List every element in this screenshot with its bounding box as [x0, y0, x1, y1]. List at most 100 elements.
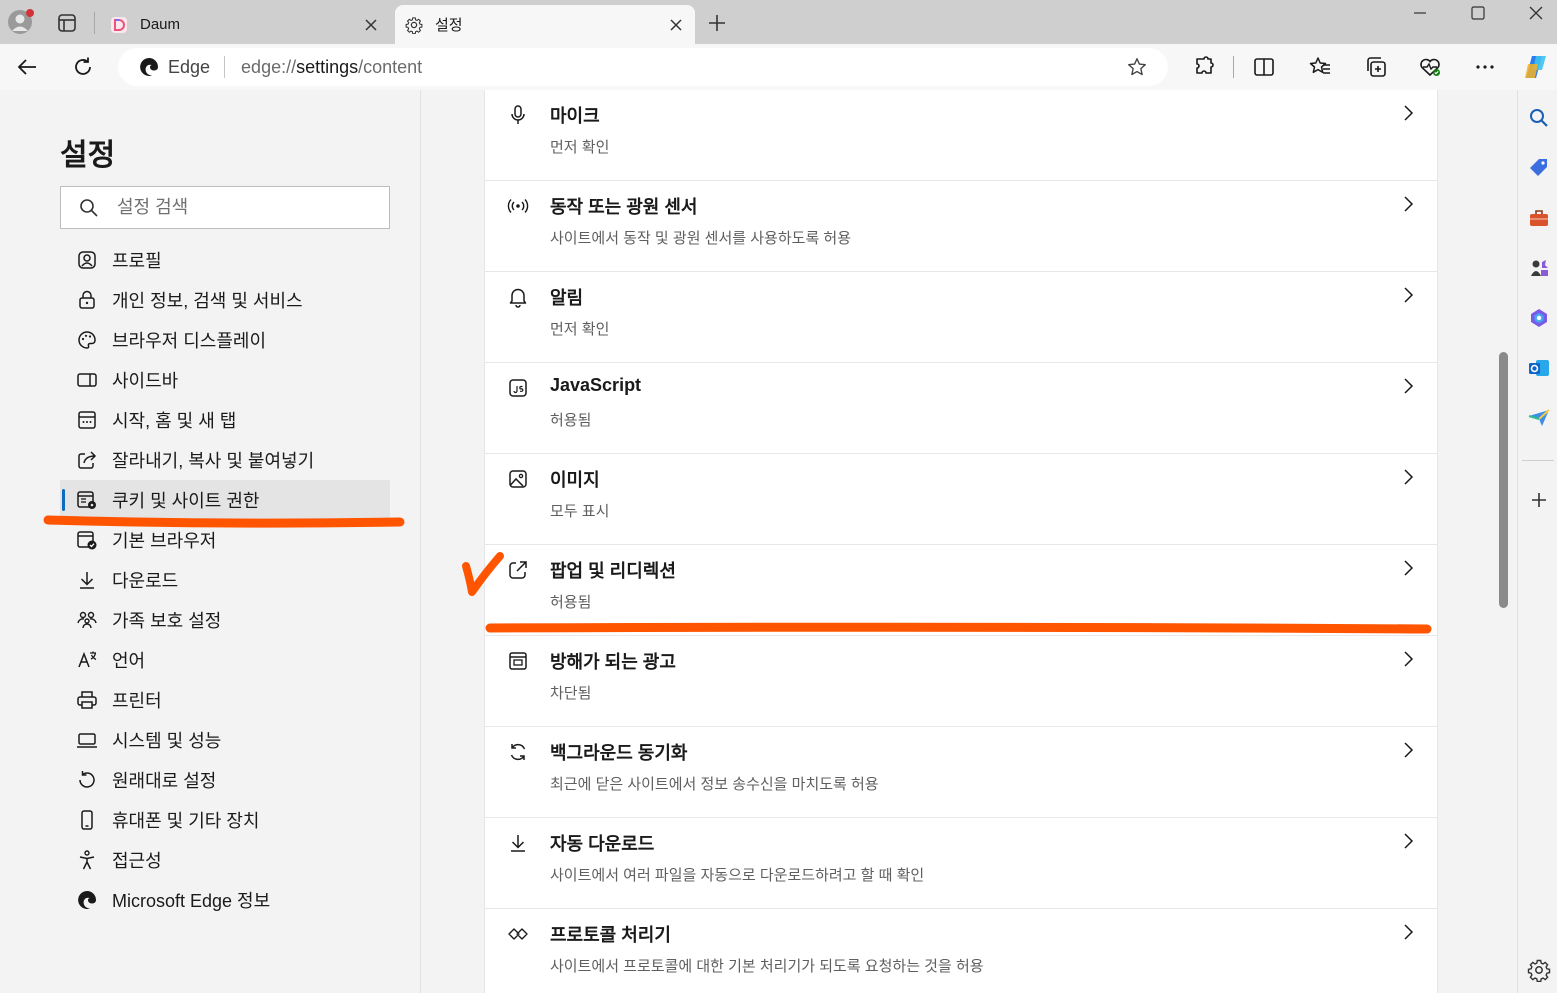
javascript-icon	[507, 377, 529, 399]
tab-settings[interactable]: 설정	[395, 5, 695, 44]
permission-row-notifications[interactable]: 알림 먼저 확인	[485, 272, 1437, 363]
permission-row-microphone[interactable]: 마이크 먼저 확인	[485, 90, 1437, 181]
close-tab-icon[interactable]	[362, 16, 380, 34]
sidebar-item-appearance[interactable]: 브라우저 디스플레이	[60, 320, 390, 360]
share-icon	[76, 449, 98, 471]
games-chess-icon[interactable]	[1527, 256, 1551, 280]
content-scrollbar[interactable]	[1499, 352, 1508, 608]
collections-icon[interactable]	[1364, 55, 1388, 79]
home-tab-icon	[76, 409, 98, 431]
minimize-icon[interactable]	[1411, 4, 1429, 22]
sidebar-separator	[1522, 460, 1554, 461]
sidebar-item-accessibility[interactable]: 접근성	[60, 840, 390, 880]
site-permissions-icon	[76, 489, 98, 511]
permission-row-motion-sensors[interactable]: 동작 또는 광원 센서 사이트에서 동작 및 광원 센서를 사용하도록 허용	[485, 181, 1437, 272]
permission-row-automatic-downloads[interactable]: 자동 다운로드 사이트에서 여러 파일을 자동으로 다운로드하려고 할 때 확인	[485, 818, 1437, 909]
url-scheme: edge://	[241, 56, 297, 77]
sidebar-item-reset[interactable]: 원래대로 설정	[60, 760, 390, 800]
permission-row-javascript[interactable]: JavaScript 허용됨	[485, 363, 1437, 454]
maximize-icon[interactable]	[1469, 4, 1487, 22]
add-icon[interactable]	[1527, 488, 1551, 512]
sidebar-item-languages[interactable]: 언어	[60, 640, 390, 680]
permission-title: 방해가 되는 광고	[550, 652, 676, 672]
permission-row-popups-redirects[interactable]: 팝업 및 리디렉션 허용됨	[485, 545, 1437, 636]
page-title: 설정	[60, 139, 116, 172]
permission-status: 먼저 확인	[550, 321, 610, 338]
search-icon[interactable]	[1527, 106, 1551, 130]
sidebar-item-label: Microsoft Edge 정보	[112, 891, 271, 911]
edge-logo-icon	[138, 56, 160, 78]
profile-avatar-icon[interactable]	[6, 8, 34, 36]
microsoft-365-icon[interactable]	[1527, 306, 1551, 330]
sync-icon	[507, 741, 529, 763]
permission-row-background-sync[interactable]: 백그라운드 동기화 최근에 닫은 사이트에서 정보 송수신을 마치도록 허용	[485, 727, 1437, 818]
tab-strip: Daum 설정	[0, 0, 1557, 44]
sidebar-item-about-edge[interactable]: Microsoft Edge 정보	[60, 880, 390, 920]
sidebar-item-share-copy-paste[interactable]: 잘라내기, 복사 및 붙여넣기	[60, 440, 390, 480]
permission-status: 사이트에서 프로토콜에 대한 기본 처리기가 되도록 요청하는 것을 허용	[550, 958, 984, 975]
tab-title: 설정	[435, 17, 463, 34]
permission-row-protocol-handlers[interactable]: 프로토콜 처리기 사이트에서 프로토콜에 대한 기본 처리기가 되도록 요청하는…	[485, 909, 1437, 993]
close-window-icon[interactable]	[1527, 4, 1545, 22]
profile-icon	[76, 249, 98, 271]
permission-title: 알림	[550, 288, 584, 308]
permission-title: 백그라운드 동기화	[550, 743, 688, 763]
back-arrow-icon[interactable]	[15, 55, 39, 79]
copilot-icon[interactable]	[1522, 53, 1552, 81]
permission-title: 자동 다운로드	[550, 834, 655, 854]
lock-icon	[76, 289, 98, 311]
permission-status: 모두 표시	[550, 503, 610, 520]
sidebar-item-phone-devices[interactable]: 휴대폰 및 기타 장치	[60, 800, 390, 840]
new-tab-icon[interactable]	[706, 12, 728, 34]
sidebar-item-default-browser[interactable]: 기본 브라우저	[60, 520, 390, 560]
permission-status: 허용됨	[550, 412, 592, 429]
sidebar-item-downloads[interactable]: 다운로드	[60, 560, 390, 600]
tab-actions-icon[interactable]	[56, 12, 78, 34]
sidebar-item-family[interactable]: 가족 보호 설정	[60, 600, 390, 640]
sidebar-item-profile[interactable]: 프로필	[60, 240, 390, 280]
sidebar-item-printers[interactable]: 프린터	[60, 680, 390, 720]
search-input[interactable]	[117, 197, 357, 218]
outlook-icon[interactable]	[1527, 356, 1551, 380]
popup-icon	[507, 559, 529, 581]
tab-daum[interactable]: Daum	[100, 5, 390, 44]
refresh-icon[interactable]	[71, 55, 95, 79]
protocol-icon	[507, 923, 529, 945]
sidebar-item-label: 접근성	[112, 851, 162, 871]
shopping-tag-icon[interactable]	[1527, 156, 1551, 180]
address-bar[interactable]: Edge edge://settings/content	[118, 48, 1168, 86]
chevron-right-icon	[1397, 557, 1419, 579]
sidebar-item-system[interactable]: 시스템 및 성능	[60, 720, 390, 760]
close-tab-icon[interactable]	[667, 16, 685, 34]
chevron-right-icon	[1397, 375, 1419, 397]
sidebar-item-privacy[interactable]: 개인 정보, 검색 및 서비스	[60, 280, 390, 320]
sidebar-item-label: 가족 보호 설정	[112, 611, 222, 631]
tools-briefcase-icon[interactable]	[1527, 206, 1551, 230]
chevron-right-icon	[1397, 466, 1419, 488]
sidebar-item-start-home[interactable]: 시작, 홈 및 새 탭	[60, 400, 390, 440]
more-options-icon[interactable]	[1473, 55, 1497, 79]
permission-status: 허용됨	[550, 594, 592, 611]
sidebar-item-cookies-site-permissions[interactable]: 쿠키 및 사이트 권한	[60, 480, 390, 520]
extensions-icon[interactable]	[1192, 55, 1216, 79]
sidebar-item-sidebar[interactable]: 사이드바	[60, 360, 390, 400]
toolbar: Edge edge://settings/content	[0, 44, 1557, 90]
send-drop-icon[interactable]	[1527, 406, 1551, 430]
ads-icon	[507, 650, 529, 672]
favorites-icon[interactable]	[1308, 55, 1332, 79]
split-screen-icon[interactable]	[1252, 55, 1276, 79]
phone-icon	[76, 809, 98, 831]
favorite-star-icon[interactable]	[1126, 56, 1148, 78]
permission-row-images[interactable]: 이미지 모두 표시	[485, 454, 1437, 545]
url-path: /content	[358, 56, 423, 77]
sidebar-item-label: 쿠키 및 사이트 권한	[112, 491, 260, 511]
system-icon	[76, 729, 98, 751]
sidebar-settings-gear-icon[interactable]	[1527, 958, 1551, 982]
edge-logo-icon	[76, 889, 98, 911]
default-browser-icon	[76, 529, 98, 551]
sidebar-item-label: 사이드바	[112, 371, 179, 391]
permission-row-intrusive-ads[interactable]: 방해가 되는 광고 차단됨	[485, 636, 1437, 727]
browser-essentials-icon[interactable]	[1418, 55, 1442, 79]
settings-search-box[interactable]	[60, 186, 390, 229]
sidebar-item-label: 프린터	[112, 691, 162, 711]
